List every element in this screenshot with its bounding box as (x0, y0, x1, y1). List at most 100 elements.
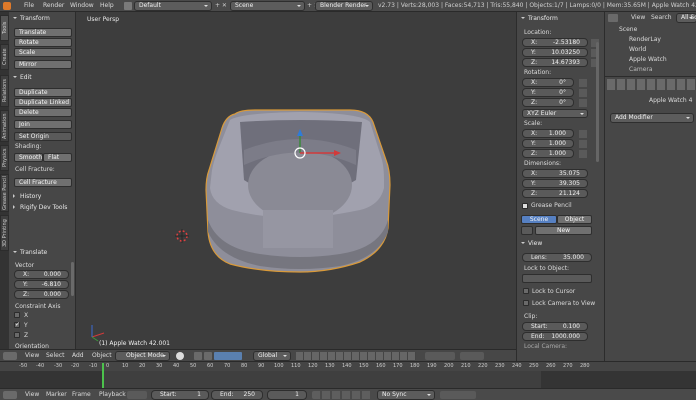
menu-view[interactable]: View (25, 352, 39, 359)
outliner-editor-icon[interactable] (608, 14, 618, 22)
tab-grease-pencil[interactable]: Grease Pencil (0, 174, 9, 212)
transform-panel-header[interactable]: Transform (10, 14, 75, 24)
sync-dropdown[interactable]: No Sync (377, 390, 435, 400)
outliner-item[interactable]: Camera (629, 66, 653, 73)
timeline-menu-playback[interactable]: Playback (99, 391, 126, 398)
grease-pencil-header[interactable]: Grease Pencil (531, 202, 572, 209)
tab-relations[interactable]: Relations (0, 75, 9, 107)
rotation-x-field[interactable]: X: 0° (522, 78, 574, 87)
scale-z-field[interactable]: Z: 1.000 (522, 149, 574, 158)
edit-panel-header[interactable]: Edit (10, 73, 75, 83)
vector-z-field[interactable]: Z: 0.000 (14, 290, 69, 299)
tab-3d-printing[interactable]: 3D Printing (0, 215, 9, 251)
menu-file[interactable]: File (24, 2, 34, 9)
snap-controls[interactable] (425, 352, 455, 360)
pivot-icon[interactable] (194, 352, 202, 360)
add-modifier-dropdown[interactable]: Add Modifier (610, 113, 694, 123)
menu-object[interactable]: Object (92, 352, 112, 359)
layout-dropdown[interactable]: Default (134, 1, 212, 11)
layout-add-icon[interactable]: + ✕ (215, 2, 227, 9)
rigify-panel-header[interactable]: Rigify Dev Tools (10, 203, 75, 213)
outliner-item[interactable]: RenderLay (629, 36, 661, 43)
range-toggle-icon[interactable] (127, 391, 147, 399)
vector-x-field[interactable]: X: 0.000 (14, 270, 69, 279)
constraint-x-checkbox[interactable] (14, 312, 20, 318)
lock-object-field[interactable] (522, 274, 592, 283)
scale-y-field[interactable]: Y: 1.000 (522, 139, 574, 148)
timeline-menu-frame[interactable]: Frame (72, 391, 91, 398)
menu-select[interactable]: Select (46, 352, 65, 359)
clip-start-field[interactable]: Start: 0.100 (522, 322, 588, 331)
tab-animation[interactable]: Animation (0, 110, 9, 142)
constraint-y-checkbox[interactable]: ✓ (14, 322, 20, 328)
layer-buttons[interactable] (296, 352, 416, 360)
manipulator-modes-icon[interactable] (214, 352, 242, 360)
orientation-dropdown[interactable]: Global (253, 351, 291, 361)
cell-fracture-button[interactable]: Cell Fracture (14, 178, 72, 187)
duplicate-button[interactable]: Duplicate (14, 88, 72, 97)
end-frame-field[interactable]: End: 250 (211, 390, 263, 400)
gp-pencil-icon[interactable] (521, 226, 533, 235)
menu-add[interactable]: Add (72, 352, 84, 359)
history-panel-header[interactable]: History (10, 192, 75, 202)
location-x-field[interactable]: X: -2.53180 (522, 38, 588, 47)
editor-type-icon[interactable] (3, 352, 17, 360)
operator-header[interactable]: Translate (10, 248, 75, 258)
menu-help[interactable]: Help (100, 2, 114, 9)
menu-render[interactable]: Render (43, 2, 64, 9)
mirror-button[interactable]: Mirror (14, 60, 72, 69)
gp-object-button[interactable]: Object (557, 215, 592, 224)
operator-scrollbar[interactable] (71, 262, 74, 296)
rotation-z-field[interactable]: Z: 0° (522, 98, 574, 107)
lock-cursor-checkbox[interactable] (523, 288, 529, 294)
vector-y-field[interactable]: Y: -6.810 (14, 280, 69, 289)
render-engine-dropdown[interactable]: Blender Render (315, 1, 373, 11)
start-frame-field[interactable]: Start: 1 (151, 390, 209, 400)
join-button[interactable]: Join (14, 120, 72, 129)
location-z-field[interactable]: Z: 14.67393 (522, 58, 588, 67)
translate-button[interactable]: Translate (14, 28, 72, 37)
outliner-filter-dropdown[interactable]: All Sce (676, 13, 696, 23)
outliner-item[interactable]: Scene (619, 26, 637, 33)
lock-camera-checkbox[interactable] (523, 300, 529, 306)
rotation-lock-icons[interactable] (579, 79, 587, 107)
timeline-menu-view[interactable]: View (25, 391, 39, 398)
3d-viewport[interactable]: User Persp (1) Apple Watch 42.001 (77, 12, 516, 349)
gp-new-button[interactable]: New (535, 226, 592, 235)
dimensions-z-field[interactable]: Z: 21.124 (522, 189, 588, 198)
current-frame-field[interactable]: 1 (267, 390, 307, 400)
outliner-menu-view[interactable]: View (631, 14, 645, 21)
rotation-mode-dropdown[interactable]: XYZ Euler (522, 109, 588, 118)
scale-x-field[interactable]: X: 1.000 (522, 129, 574, 138)
timeline-ruler[interactable]: -50 -40 -30 -20 -10 0 10 20 30 40 50 60 … (0, 362, 696, 371)
transform-header[interactable]: Transform (518, 14, 603, 24)
tab-physics[interactable]: Physics (0, 145, 9, 171)
outliner-item[interactable]: World (629, 46, 646, 53)
lens-field[interactable]: Lens: 35.000 (522, 253, 592, 262)
scale-lock-icons[interactable] (579, 130, 587, 158)
scene-dropdown[interactable]: Scene (230, 1, 305, 11)
dimensions-y-field[interactable]: Y: 39.305 (522, 179, 588, 188)
grease-pencil-checkbox[interactable] (522, 203, 528, 209)
set-origin-dropdown[interactable]: Set Origin (14, 132, 72, 141)
duplicate-linked-button[interactable]: Duplicate Linked (14, 98, 72, 107)
playhead[interactable] (102, 363, 104, 389)
timeline[interactable]: -50 -40 -30 -20 -10 0 10 20 30 40 50 60 … (0, 361, 696, 389)
view-header[interactable]: View (518, 239, 603, 249)
flat-button[interactable]: Flat (43, 153, 72, 162)
keying-controls[interactable] (440, 391, 476, 399)
dimensions-x-field[interactable]: X: 35.075 (522, 169, 588, 178)
mode-dropdown[interactable]: Object Mode (115, 351, 170, 361)
constraint-z-checkbox[interactable] (14, 332, 20, 338)
shading-icon[interactable] (176, 352, 184, 360)
playback-controls[interactable] (312, 391, 372, 399)
outliner-menu-search[interactable]: Search (651, 14, 672, 21)
menu-window[interactable]: Window (70, 2, 94, 9)
timeline-editor-icon[interactable] (3, 391, 17, 399)
tab-tools[interactable]: Tools (0, 15, 9, 41)
delete-button[interactable]: Delete (14, 108, 72, 117)
outliner-item[interactable]: Apple Watch (629, 56, 667, 63)
location-y-field[interactable]: Y: 10.03250 (522, 48, 588, 57)
properties-context-tabs[interactable] (607, 79, 695, 90)
rotate-button[interactable]: Rotate (14, 38, 72, 47)
